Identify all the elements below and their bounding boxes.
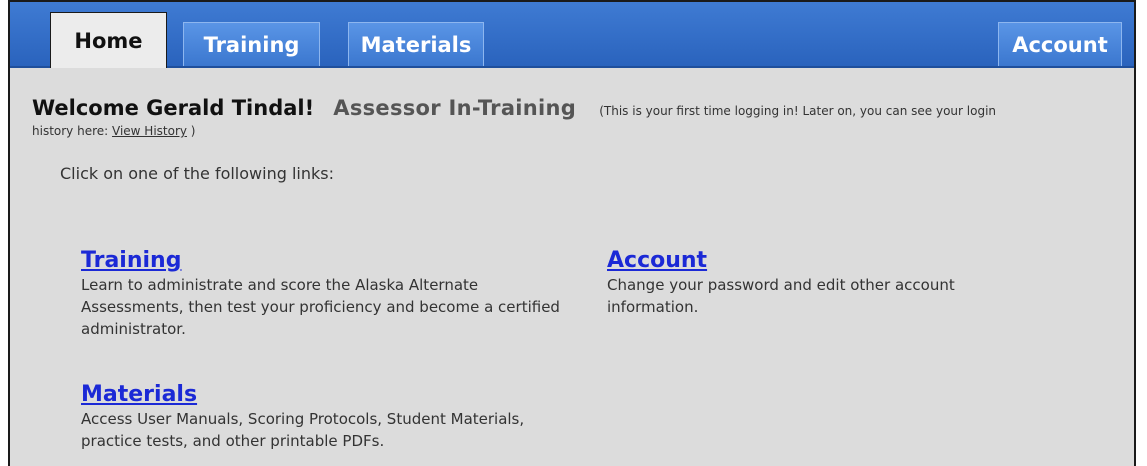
instruction-text: Click on one of the following links: (60, 164, 334, 183)
account-link[interactable]: Account (607, 248, 707, 273)
account-card: Account Change your password and edit ot… (607, 248, 1047, 318)
login-note: (This is your first time logging in! Lat… (599, 104, 997, 118)
tab-account[interactable]: Account (998, 22, 1122, 66)
tab-training[interactable]: Training (183, 22, 320, 66)
training-link[interactable]: Training (81, 248, 181, 273)
training-card: Training Learn to administrate and score… (81, 248, 561, 340)
login-history-line: history here: View History ) (32, 124, 195, 138)
materials-link[interactable]: Materials (81, 382, 197, 407)
top-navbar: Home Training Materials Account (10, 2, 1134, 68)
app-frame: Home Training Materials Account Welcome … (8, 0, 1136, 466)
materials-card: Materials Access User Manuals, Scoring P… (81, 382, 561, 452)
user-role: Assessor In-Training (333, 96, 577, 120)
history-prefix: history here: (32, 124, 112, 138)
materials-description: Access User Manuals, Scoring Protocols, … (81, 410, 525, 450)
tab-materials[interactable]: Materials (348, 22, 484, 66)
history-suffix: ) (186, 124, 196, 138)
welcome-greeting: Welcome Gerald Tindal! (32, 96, 315, 120)
welcome-line: Welcome Gerald Tindal! Assessor In-Train… (32, 96, 996, 120)
account-description: Change your password and edit other acco… (607, 276, 955, 316)
training-description: Learn to administrate and score the Alas… (81, 276, 560, 338)
tab-home[interactable]: Home (50, 12, 167, 68)
view-history-link[interactable]: View History (112, 124, 187, 138)
